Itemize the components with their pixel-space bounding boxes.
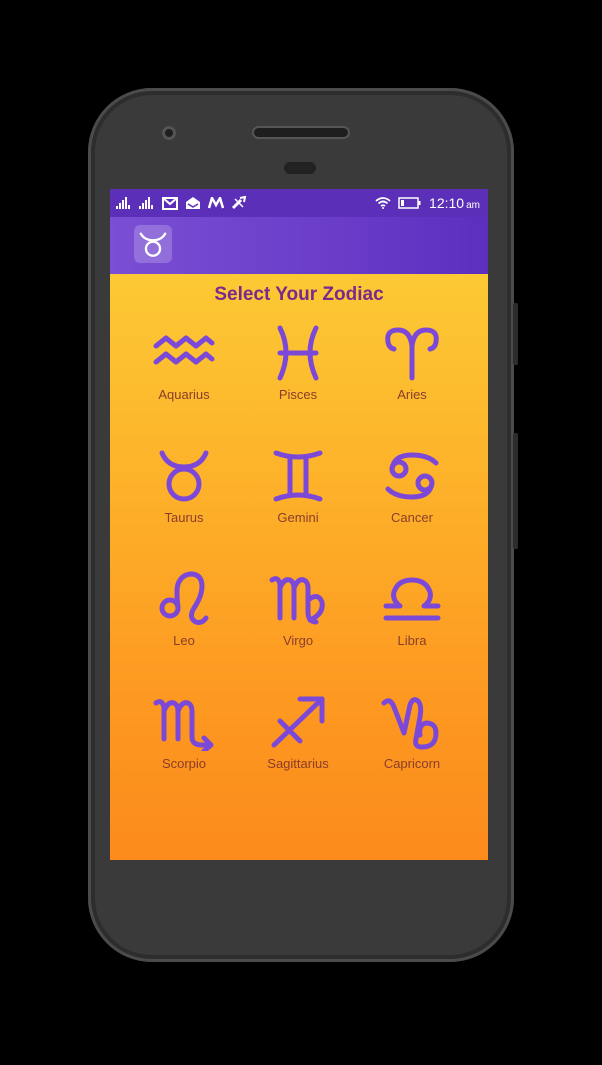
zodiac-item-aries[interactable]: Aries bbox=[355, 324, 469, 447]
cancer-icon bbox=[385, 452, 439, 500]
zodiac-label: Libra bbox=[397, 633, 427, 648]
battery-icon bbox=[398, 197, 422, 209]
libra-icon bbox=[383, 577, 441, 621]
earpiece-speaker bbox=[254, 128, 348, 137]
wifi-icon bbox=[375, 197, 391, 209]
screen: 12:10 am Select Your Zodiac Aquarius Pis… bbox=[110, 189, 488, 860]
power-button bbox=[513, 303, 518, 365]
signal-icon bbox=[116, 197, 132, 209]
zodiac-label: Virgo bbox=[282, 633, 314, 648]
page-title: Select Your Zodiac bbox=[214, 284, 384, 305]
gemini-icon bbox=[273, 450, 323, 502]
zodiac-item-virgo[interactable]: Virgo bbox=[241, 570, 355, 693]
zodiac-label: Aries bbox=[397, 387, 427, 402]
zodiac-label: Aquarius bbox=[158, 387, 210, 402]
zodiac-item-gemini[interactable]: Gemini bbox=[241, 447, 355, 570]
status-left-icons bbox=[116, 196, 247, 210]
capricorn-icon bbox=[381, 697, 439, 750]
zodiac-label: Cancer bbox=[391, 510, 433, 525]
signal-icon bbox=[139, 197, 155, 209]
zodiac-item-scorpio[interactable]: Scorpio bbox=[127, 693, 241, 816]
status-bar: 12:10 am bbox=[110, 189, 488, 217]
clock: 12:10 am bbox=[429, 195, 480, 211]
zodiac-selection: Select Your Zodiac Aquarius Pisces Aries… bbox=[110, 274, 488, 860]
proximity-sensor bbox=[284, 162, 316, 174]
status-right-icons: 12:10 am bbox=[375, 195, 480, 211]
leo-icon bbox=[159, 571, 209, 625]
zodiac-item-libra[interactable]: Libra bbox=[355, 570, 469, 693]
zodiac-item-cancer[interactable]: Cancer bbox=[355, 447, 469, 570]
zodiac-item-leo[interactable]: Leo bbox=[127, 570, 241, 693]
clock-ampm: am bbox=[466, 200, 480, 211]
aries-icon bbox=[385, 327, 439, 381]
clock-time: 12:10 bbox=[429, 195, 465, 211]
zodiac-label: Capricorn bbox=[383, 756, 441, 771]
app-logo[interactable] bbox=[134, 225, 172, 263]
zodiac-label: Taurus bbox=[164, 510, 204, 525]
tool-icon bbox=[231, 196, 247, 210]
zodiac-item-capricorn[interactable]: Capricorn bbox=[355, 693, 469, 816]
zodiac-label: Scorpio bbox=[161, 756, 207, 771]
zodiac-grid: Aquarius Pisces Aries Taurus Gemini Canc… bbox=[127, 324, 471, 816]
zodiac-label: Sagittarius bbox=[267, 756, 329, 771]
scorpio-icon bbox=[153, 699, 214, 751]
zodiac-item-aquarius[interactable]: Aquarius bbox=[127, 324, 241, 447]
front-camera bbox=[162, 126, 176, 140]
mail-icon bbox=[162, 196, 178, 210]
pisces-icon bbox=[277, 325, 319, 381]
m-logo-icon bbox=[208, 197, 224, 209]
zodiac-item-pisces[interactable]: Pisces bbox=[241, 324, 355, 447]
zodiac-item-sagittarius[interactable]: Sagittarius bbox=[241, 693, 355, 816]
sagittarius-icon bbox=[271, 696, 325, 748]
zodiac-label: Pisces bbox=[278, 387, 318, 402]
taurus-icon bbox=[139, 232, 167, 257]
taurus-icon bbox=[159, 450, 209, 502]
virgo-icon bbox=[269, 576, 325, 625]
aquarius-icon bbox=[153, 335, 215, 365]
zodiac-label: Leo bbox=[173, 633, 195, 648]
zodiac-label: Gemini bbox=[277, 510, 319, 525]
zodiac-item-taurus[interactable]: Taurus bbox=[127, 447, 241, 570]
volume-button bbox=[513, 433, 518, 549]
inbox-icon bbox=[185, 196, 201, 210]
app-bar bbox=[110, 217, 488, 274]
